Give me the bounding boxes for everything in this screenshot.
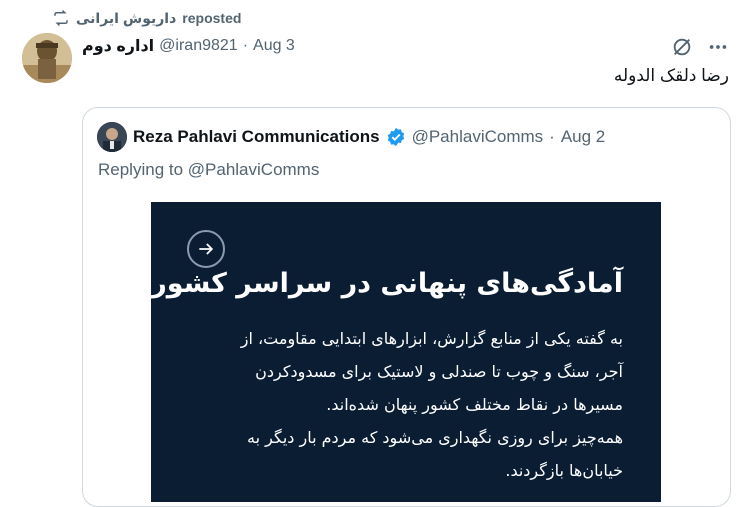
repost-icon: [54, 9, 68, 27]
separator: ·: [242, 37, 249, 54]
timestamp[interactable]: Aug 3: [253, 37, 295, 55]
media-line: مسیرها در نقاط مختلف کشور پنهان شده‌اند.: [326, 395, 623, 414]
media-title: آمادگی‌های پنهانی در سراسر کشور: [151, 268, 623, 299]
verified-badge-icon: [387, 127, 404, 147]
arrow-button: [187, 230, 225, 268]
quote-handle[interactable]: @PahlaviComms: [412, 127, 544, 147]
quote-display-name[interactable]: Reza Pahlavi Communications: [133, 127, 380, 147]
arrow-right-icon: [199, 243, 214, 255]
handle[interactable]: @iran9821: [159, 37, 238, 55]
media-line: به گفته یکی از منابع گزارش، ابزارهای ابت…: [240, 329, 623, 348]
display-name[interactable]: اداره دوم: [82, 36, 154, 56]
media-line: آجر، سنگ و چوب تا صندلی و لاستیک برای مس…: [255, 362, 623, 381]
more-icon[interactable]: [707, 36, 729, 58]
quote-timestamp[interactable]: Aug 2: [561, 127, 605, 147]
tweet-text: رضا دلقک الدوله: [613, 66, 729, 85]
quote-media-image[interactable]: آمادگی‌های پنهانی در سراسر کشور به گفته …: [151, 202, 661, 502]
grok-icon[interactable]: [671, 36, 693, 58]
media-body: به گفته یکی از منابع گزارش، ابزارهای ابت…: [183, 322, 623, 487]
quoted-tweet[interactable]: Reza Pahlavi Communications @PahlaviComm…: [82, 107, 731, 507]
replying-to: Replying to @PahlaviComms: [98, 160, 320, 179]
quote-separator: ·: [549, 127, 555, 146]
tweet-actions: [671, 36, 729, 58]
media-line: همه‌چیز برای روزی نگهداری می‌شود که مردم…: [247, 428, 623, 447]
repost-indicator[interactable]: داریوش ایرانی reposted: [52, 9, 241, 27]
avatar[interactable]: [22, 33, 72, 83]
quote-avatar[interactable]: [97, 122, 127, 152]
quote-header: Reza Pahlavi Communications @PahlaviComm…: [97, 122, 605, 152]
tweet-header: اداره دوم @iran9821 · Aug 3: [82, 36, 295, 56]
repost-user[interactable]: داریوش ایرانی: [76, 10, 176, 27]
media-line: خیابان‌ها بازگردند.: [505, 461, 623, 480]
repost-label: reposted: [182, 10, 242, 26]
